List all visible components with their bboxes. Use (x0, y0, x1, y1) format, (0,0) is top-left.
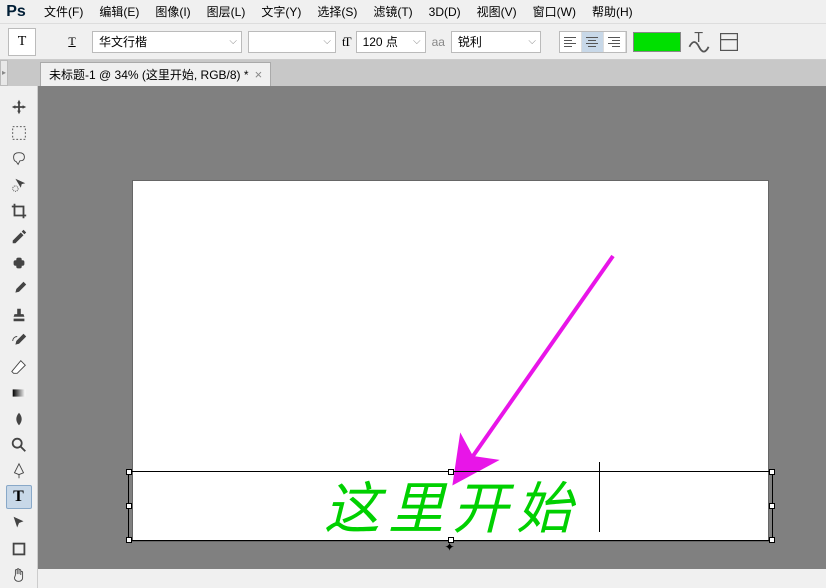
document-tab-strip: 未标题-1 @ 34% (这里开始, RGB/8) * × (0, 60, 826, 86)
annotation-arrow (463, 256, 623, 479)
warp-text-button[interactable]: T (687, 32, 711, 52)
canvas[interactable]: ✦ 这里开始 (133, 181, 768, 541)
menu-view[interactable]: 视图(V) (469, 0, 525, 23)
tab-close-button[interactable]: × (255, 67, 263, 82)
document-tab[interactable]: 未标题-1 @ 34% (这里开始, RGB/8) * × (40, 62, 271, 86)
menu-image[interactable]: 图像(I) (147, 0, 198, 23)
antialias-value: 锐利 (458, 33, 482, 50)
panel-collapse-handle[interactable] (0, 60, 8, 86)
lasso-tool[interactable] (6, 147, 32, 171)
ps-logo: Ps (4, 2, 28, 22)
menu-edit[interactable]: 编辑(E) (91, 0, 147, 23)
quick-select-tool[interactable] (6, 173, 32, 197)
crop-tool[interactable] (6, 199, 32, 223)
menu-bar: Ps 文件(F) 编辑(E) 图像(I) 图层(L) 文字(Y) 选择(S) 滤… (0, 0, 826, 24)
tool-preset-icon[interactable]: T (8, 28, 36, 56)
menu-layer[interactable]: 图层(L) (199, 0, 254, 23)
menu-filter[interactable]: 滤镜(T) (365, 0, 420, 23)
move-tool[interactable] (6, 95, 32, 119)
marquee-tool[interactable] (6, 121, 32, 145)
stamp-tool[interactable] (6, 303, 32, 327)
text-orientation-toggle[interactable]: T (58, 28, 86, 56)
menu-file[interactable]: 文件(F) (36, 0, 91, 23)
hand-tool[interactable] (6, 563, 32, 587)
shape-tool[interactable] (6, 537, 32, 561)
pen-tool[interactable] (6, 459, 32, 483)
type-tool[interactable]: T (6, 485, 32, 509)
menu-type[interactable]: 文字(Y) (253, 0, 309, 23)
font-size-value: 120 点 (363, 33, 398, 50)
work-area[interactable]: ✦ 这里开始 (38, 86, 826, 569)
font-style-dropdown[interactable] (248, 31, 336, 53)
menu-window[interactable]: 窗口(W) (525, 0, 584, 23)
gradient-tool[interactable] (6, 381, 32, 405)
document-tab-title: 未标题-1 @ 34% (这里开始, RGB/8) * (49, 66, 249, 83)
font-family-dropdown[interactable]: 华文行楷 (92, 31, 242, 53)
text-bounding-box[interactable]: ✦ 这里开始 (128, 471, 773, 541)
menu-select[interactable]: 选择(S) (309, 0, 365, 23)
menu-help[interactable]: 帮助(H) (584, 0, 641, 23)
history-brush-tool[interactable] (6, 329, 32, 353)
handle-bot-right[interactable] (769, 537, 775, 543)
align-center-button[interactable] (582, 32, 604, 52)
text-align-group (559, 31, 627, 53)
blur-tool[interactable] (6, 407, 32, 431)
align-left-button[interactable] (560, 32, 582, 52)
healing-tool[interactable] (6, 251, 32, 275)
handle-top-right[interactable] (769, 469, 775, 475)
font-size-icon: tT (342, 34, 350, 50)
antialias-label: aa (432, 35, 445, 49)
toolbox: T (0, 86, 38, 588)
antialias-dropdown[interactable]: 锐利 (451, 31, 541, 53)
text-layer-content[interactable]: 这里开始 (324, 464, 580, 545)
menu-3d[interactable]: 3D(D) (421, 2, 469, 22)
font-size-dropdown[interactable]: 120 点 (356, 31, 426, 53)
handle-mid-left[interactable] (126, 503, 132, 509)
dodge-tool[interactable] (6, 433, 32, 457)
handle-top-left[interactable] (126, 469, 132, 475)
brush-tool[interactable] (6, 277, 32, 301)
handle-mid-right[interactable] (769, 503, 775, 509)
text-color-swatch[interactable] (633, 32, 681, 52)
eyedropper-tool[interactable] (6, 225, 32, 249)
font-family-value: 华文行楷 (99, 33, 147, 50)
panel-toggle-button[interactable] (717, 32, 741, 52)
align-right-button[interactable] (604, 32, 626, 52)
path-select-tool[interactable] (6, 511, 32, 535)
text-cursor (599, 462, 600, 532)
handle-bot-left[interactable] (126, 537, 132, 543)
svg-text:T: T (694, 30, 703, 46)
options-bar: T T 华文行楷 tT 120 点 aa 锐利 T (0, 24, 826, 60)
eraser-tool[interactable] (6, 355, 32, 379)
